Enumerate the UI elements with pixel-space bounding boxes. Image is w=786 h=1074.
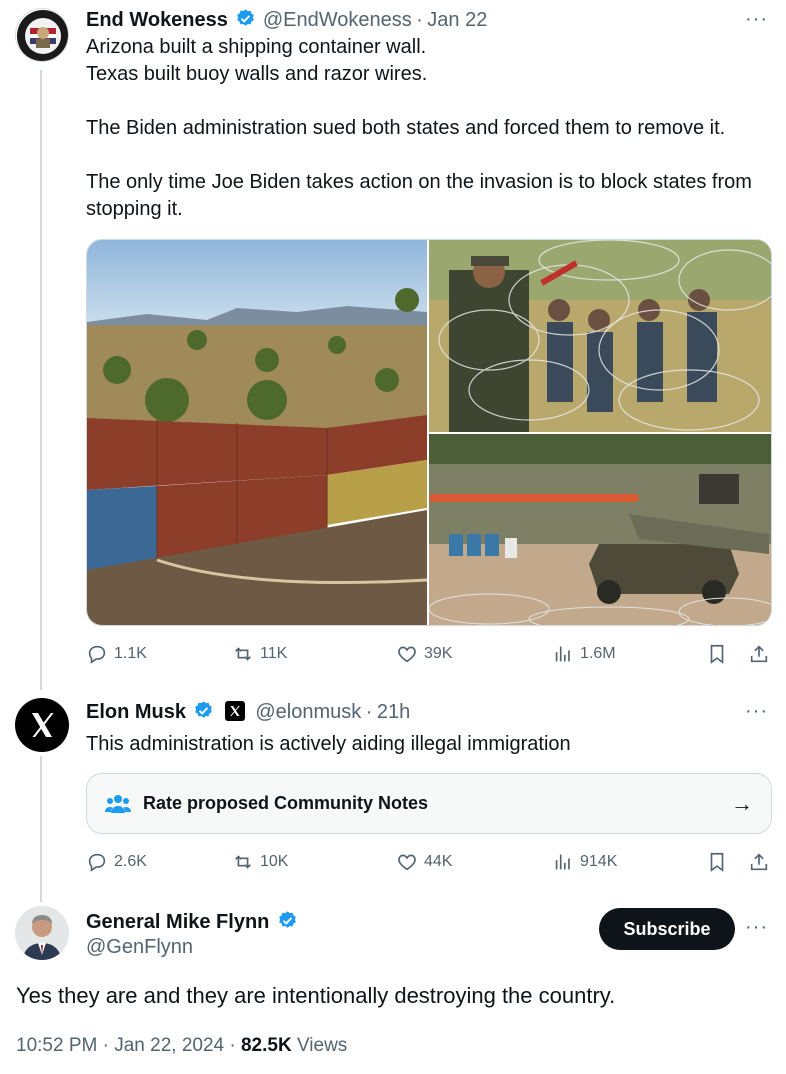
tweet-text: Arizona built a shipping container wall.… bbox=[86, 36, 752, 220]
verified-badge-icon bbox=[279, 911, 296, 928]
tweet-text: Yes they are and they are intentionally … bbox=[16, 983, 616, 1008]
x-affiliate-badge-icon bbox=[224, 701, 245, 721]
separator: · bbox=[416, 9, 423, 31]
handle[interactable]: @EndWokeness bbox=[263, 9, 412, 31]
more-options-button[interactable]: ··· bbox=[745, 700, 768, 723]
community-notes-label: Rate proposed Community Notes bbox=[143, 793, 429, 813]
display-name[interactable]: General Mike Flynn bbox=[86, 911, 269, 933]
repost-icon bbox=[235, 647, 251, 661]
reply-count: 2.6K bbox=[114, 853, 147, 870]
tweet-date[interactable]: Jan 22, 2024 bbox=[114, 1035, 224, 1056]
reply-button[interactable]: 1.1K bbox=[86, 643, 147, 665]
verified-badge-icon bbox=[195, 701, 213, 718]
views-label: Views bbox=[296, 1035, 348, 1056]
tweet-actions: 2.6K 10K 44K 914K bbox=[86, 851, 772, 875]
bookmark-button[interactable] bbox=[706, 851, 728, 873]
share-icon bbox=[750, 645, 768, 663]
views-count: 82.5K bbox=[240, 1035, 292, 1056]
timestamp[interactable]: Jan 22 bbox=[427, 9, 487, 31]
views-count: 914K bbox=[580, 853, 618, 870]
display-name[interactable]: End Wokeness bbox=[86, 9, 228, 31]
buoy-wall-river-photo[interactable] bbox=[429, 434, 771, 625]
views-icon bbox=[555, 646, 570, 662]
like-button[interactable]: 44K bbox=[396, 851, 452, 873]
reply-count: 1.1K bbox=[114, 645, 147, 662]
separator: · bbox=[229, 1035, 236, 1056]
profile-photo-icon bbox=[15, 906, 69, 960]
community-notes-icon bbox=[105, 794, 131, 813]
avatar[interactable] bbox=[15, 698, 69, 752]
x-logo-icon bbox=[32, 713, 54, 737]
tweet-header: Elon Musk @elonmusk · 21h bbox=[86, 700, 410, 724]
tweet-time[interactable]: 10:52 PM bbox=[16, 1035, 97, 1056]
views-icon bbox=[555, 854, 570, 870]
timestamp[interactable]: 21h bbox=[377, 701, 410, 723]
media-grid bbox=[86, 239, 772, 626]
community-notes-button[interactable]: Rate proposed Community Notes → bbox=[86, 773, 772, 834]
bookmark-icon bbox=[710, 852, 724, 872]
tweet-actions: 1.1K 11K 39K 1.6M bbox=[86, 643, 772, 667]
repost-button[interactable]: 11K bbox=[232, 643, 287, 665]
share-button[interactable] bbox=[748, 851, 770, 873]
handle[interactable]: @elonmusk bbox=[255, 701, 361, 723]
tweet-header: General Mike Flynn bbox=[86, 910, 300, 934]
avatar[interactable] bbox=[15, 8, 69, 62]
reply-icon bbox=[88, 645, 106, 664]
share-icon bbox=[750, 853, 768, 871]
more-options-button[interactable]: ··· bbox=[745, 916, 768, 939]
separator: · bbox=[102, 1035, 109, 1056]
display-name[interactable]: Elon Musk bbox=[86, 701, 186, 723]
handle[interactable]: @GenFlynn bbox=[86, 936, 193, 959]
repost-icon bbox=[235, 855, 251, 869]
verified-badge-icon bbox=[237, 9, 255, 26]
views-button[interactable]: 1.6M bbox=[552, 643, 616, 665]
repost-count: 10K bbox=[260, 853, 289, 870]
reply-icon bbox=[88, 853, 106, 872]
repost-count: 11K bbox=[260, 645, 288, 662]
shipping-container-wall-photo[interactable] bbox=[87, 240, 427, 625]
reply-button[interactable]: 2.6K bbox=[86, 851, 147, 873]
more-options-button[interactable]: ··· bbox=[745, 8, 768, 31]
share-button[interactable] bbox=[748, 643, 770, 665]
bookmark-icon bbox=[710, 644, 724, 664]
arrow-right-icon: → bbox=[731, 790, 753, 816]
subscribe-button[interactable]: Subscribe bbox=[599, 908, 735, 950]
like-button[interactable]: 39K bbox=[396, 643, 452, 665]
bookmark-button[interactable] bbox=[706, 643, 728, 665]
razor-wire-photo[interactable] bbox=[429, 240, 771, 432]
border-troops-emblem-icon bbox=[17, 10, 68, 61]
heart-icon bbox=[398, 854, 416, 871]
like-count: 44K bbox=[424, 853, 453, 870]
avatar[interactable] bbox=[15, 906, 69, 960]
tweet-end-wokeness[interactable]: End Wokeness @EndWokeness · Jan 22 ··· A… bbox=[0, 0, 786, 690]
like-count: 39K bbox=[424, 645, 453, 662]
separator: · bbox=[365, 701, 373, 723]
repost-button[interactable]: 10K bbox=[232, 851, 288, 873]
tweet-text: This administration is actively aiding i… bbox=[86, 733, 571, 755]
heart-icon bbox=[398, 646, 416, 663]
tweet-header: End Wokeness @EndWokeness · Jan 22 bbox=[86, 8, 487, 32]
views-button[interactable]: 914K bbox=[552, 851, 617, 873]
views-count: 1.6M bbox=[580, 645, 616, 662]
tweet-meta: 10:52 PM · Jan 22, 2024 · 82.5K Views bbox=[16, 1035, 347, 1057]
